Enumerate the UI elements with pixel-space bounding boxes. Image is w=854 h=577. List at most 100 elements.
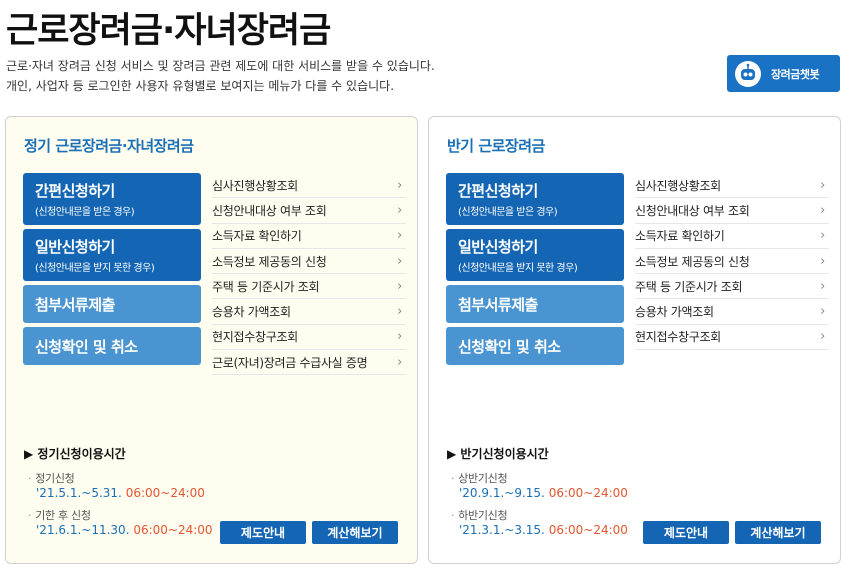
- service-links: 심사진행상황조회 › 신청안내대상 여부 조회 › 소득자료 확인하기 › 소득정보 …: [212, 173, 406, 376]
- confirm-cancel-button[interactable]: 신청확인 및 취소: [23, 327, 201, 365]
- general-apply-button[interactable]: 일반신청하기 (신청안내문을 받지 못한 경우): [446, 229, 624, 281]
- schedule-hours: 06:00~24:00: [548, 486, 628, 500]
- button-title: 간편신청하기: [35, 182, 115, 200]
- list-item[interactable]: 심사진행상황조회 ›: [635, 173, 829, 199]
- schedule-date: '21.3.1.~3.15. 06:00~24:00: [459, 523, 628, 537]
- button-title: 간편신청하기: [458, 182, 538, 200]
- button-title: 신청확인 및 취소: [35, 337, 138, 356]
- submit-documents-button[interactable]: 첨부서류제출: [23, 285, 201, 323]
- list-item[interactable]: 승용차 가액조회 ›: [212, 299, 406, 325]
- link-label: 심사진행상황조회: [635, 178, 721, 193]
- intro-line-1: 근로·자녀 장려금 신청 서비스 및 장려금 관련 제도에 대한 서비스를 받을…: [6, 59, 435, 73]
- half-year-incentive-panel: 반기 근로장려금 간편신청하기 (신청안내문을 받은 경우) 일반신청하기 (신…: [428, 116, 841, 564]
- schedule-dates: '21.3.1.~3.15.: [459, 523, 545, 537]
- link-label: 신청안내대상 여부 조회: [635, 203, 750, 218]
- schedule-name: 정기신청: [35, 472, 75, 485]
- list-item[interactable]: 심사진행상황조회 ›: [212, 173, 406, 199]
- list-item[interactable]: 현지접수창구조회 ›: [635, 325, 829, 351]
- calculate-button[interactable]: 계산해보기: [312, 521, 398, 544]
- link-label: 소득자료 확인하기: [212, 229, 302, 244]
- schedule-name: 기한 후 신청: [35, 509, 91, 522]
- chatbot-button[interactable]: 장려금챗봇: [727, 55, 840, 92]
- chevron-right-icon: ›: [397, 304, 402, 320]
- simple-apply-button[interactable]: 간편신청하기 (신청안내문을 받은 경우): [446, 173, 624, 225]
- schedule-label: · 상반기신청: [451, 470, 508, 486]
- panel-title: 반기 근로장려금: [447, 137, 545, 155]
- service-links: 심사진행상황조회 › 신청안내대상 여부 조회 › 소득자료 확인하기 › 소득정보 …: [635, 173, 829, 351]
- chevron-right-icon: ›: [820, 202, 825, 218]
- link-label: 근로(자녀)장려금 수급사실 증명: [212, 355, 368, 370]
- link-label: 승용차 가액조회: [212, 305, 291, 320]
- link-label: 소득정보 제공동의 신청: [212, 254, 327, 269]
- schedule-hours: 06:00~24:00: [548, 523, 628, 537]
- bullet-icon: ·: [451, 472, 455, 485]
- button-subtitle: (신청안내문을 받은 경우): [35, 207, 135, 218]
- list-item[interactable]: 신청안내대상 여부 조회 ›: [212, 198, 406, 224]
- regular-incentive-panel: 정기 근로장려금·자녀장려금 간편신청하기 (신청안내문을 받은 경우) 일반신…: [5, 116, 418, 564]
- intro-line-2: 개인, 사업자 등 로그인한 사용자 유형별로 보여지는 메뉴가 다를 수 있습…: [6, 79, 395, 93]
- main-buttons: 간편신청하기 (신청안내문을 받은 경우) 일반신청하기 (신청안내문을 받지 …: [446, 173, 624, 369]
- chevron-right-icon: ›: [397, 228, 402, 244]
- simple-apply-button[interactable]: 간편신청하기 (신청안내문을 받은 경우): [23, 173, 201, 225]
- schedule-date: '21.5.1.~5.31. 06:00~24:00: [36, 486, 205, 500]
- guide-button[interactable]: 제도안내: [643, 521, 729, 544]
- chevron-right-icon: ›: [397, 253, 402, 269]
- page-intro: 근로·자녀 장려금 신청 서비스 및 장려금 관련 제도에 대한 서비스를 받을…: [6, 56, 435, 96]
- list-item[interactable]: 주택 등 기준시가 조회 ›: [212, 274, 406, 300]
- calculate-button[interactable]: 계산해보기: [735, 521, 821, 544]
- robot-icon: [735, 60, 761, 87]
- list-item[interactable]: 현지접수창구조회 ›: [212, 325, 406, 351]
- button-subtitle: (신청안내문을 받지 못한 경우): [458, 263, 578, 274]
- link-label: 현지접수창구조회: [635, 330, 721, 345]
- list-item[interactable]: 신청안내대상 여부 조회 ›: [635, 198, 829, 224]
- confirm-cancel-button[interactable]: 신청확인 및 취소: [446, 327, 624, 365]
- link-label: 소득자료 확인하기: [635, 229, 725, 244]
- chevron-right-icon: ›: [397, 329, 402, 345]
- chevron-right-icon: ›: [397, 202, 402, 218]
- link-label: 현지접수창구조회: [212, 330, 298, 345]
- bullet-icon: ·: [28, 472, 32, 485]
- page-title: 근로장려금·자녀장려금: [6, 11, 331, 51]
- link-label: 주택 등 기준시가 조회: [635, 279, 743, 294]
- chevron-right-icon: ›: [397, 278, 402, 294]
- chevron-right-icon: ›: [820, 228, 825, 244]
- schedule-name: 하반기신청: [458, 509, 508, 522]
- schedule-label: · 정기신청: [28, 470, 75, 486]
- list-item[interactable]: 소득자료 확인하기 ›: [212, 224, 406, 249]
- button-title: 일반신청하기: [35, 238, 115, 256]
- button-subtitle: (신청안내문을 받은 경우): [458, 207, 558, 218]
- submit-documents-button[interactable]: 첨부서류제출: [446, 285, 624, 323]
- schedule-hours: 06:00~24:00: [125, 486, 205, 500]
- main-buttons: 간편신청하기 (신청안내문을 받은 경우) 일반신청하기 (신청안내문을 받지 …: [23, 173, 201, 369]
- time-title: ▶ 반기신청이용시간: [447, 447, 549, 461]
- chevron-right-icon: ›: [820, 253, 825, 269]
- link-label: 소득정보 제공동의 신청: [635, 254, 750, 269]
- schedule-dates: '20.9.1.~9.15.: [459, 486, 545, 500]
- list-item[interactable]: 소득자료 확인하기 ›: [635, 224, 829, 249]
- chevron-right-icon: ›: [820, 329, 825, 345]
- button-title: 첨부서류제출: [35, 295, 115, 314]
- link-label: 신청안내대상 여부 조회: [212, 203, 327, 218]
- schedule-date: '21.6.1.~11.30. 06:00~24:00: [36, 523, 213, 537]
- schedule-date: '20.9.1.~9.15. 06:00~24:00: [459, 486, 628, 500]
- list-item[interactable]: 소득정보 제공동의 신청 ›: [635, 249, 829, 275]
- button-subtitle: (신청안내문을 받지 못한 경우): [35, 263, 155, 274]
- link-label: 승용차 가액조회: [635, 305, 714, 320]
- schedule-dates: '21.5.1.~5.31.: [36, 486, 122, 500]
- button-title: 일반신청하기: [458, 238, 538, 256]
- schedule-dates: '21.6.1.~11.30.: [36, 523, 130, 537]
- list-item[interactable]: 승용차 가액조회 ›: [635, 299, 829, 325]
- guide-button[interactable]: 제도안내: [220, 521, 306, 544]
- chevron-right-icon: ›: [397, 177, 402, 193]
- button-title: 첨부서류제출: [458, 295, 538, 314]
- schedule-name: 상반기신청: [458, 472, 508, 485]
- list-item[interactable]: 주택 등 기준시가 조회 ›: [635, 274, 829, 300]
- panel-title: 정기 근로장려금·자녀장려금: [24, 137, 194, 155]
- list-item[interactable]: 소득정보 제공동의 신청 ›: [212, 249, 406, 275]
- chevron-right-icon: ›: [397, 354, 402, 370]
- chatbot-label: 장려금챗봇: [771, 67, 820, 81]
- bullet-icon: ·: [451, 509, 455, 522]
- list-item[interactable]: 근로(자녀)장려금 수급사실 증명 ›: [212, 350, 406, 376]
- schedule-label: · 기한 후 신청: [28, 507, 91, 523]
- general-apply-button[interactable]: 일반신청하기 (신청안내문을 받지 못한 경우): [23, 229, 201, 281]
